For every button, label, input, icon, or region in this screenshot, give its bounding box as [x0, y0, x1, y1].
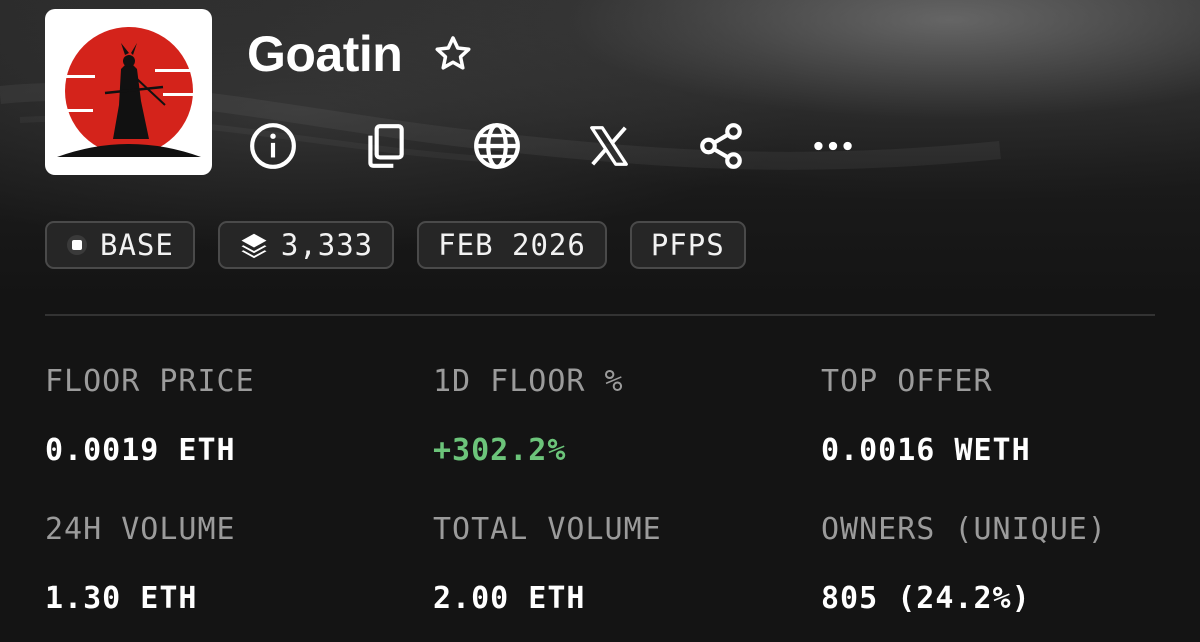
stat-value: 2.00 ETH — [433, 581, 586, 616]
stat-floor-price: FLOOR PRICE 0.0019 ETH — [45, 364, 255, 468]
stat-top-offer: TOP OFFER 0.0016 WETH — [821, 364, 1031, 468]
stat-value: 0.0016 WETH — [821, 433, 1031, 468]
copy-icon[interactable] — [359, 120, 411, 172]
stat-value: +302.2% — [433, 433, 567, 468]
globe-icon[interactable] — [471, 120, 523, 172]
stat-value: 0.0019 ETH — [45, 433, 236, 468]
stat-label: OWNERS (UNIQUE) — [821, 512, 1107, 547]
date-badge[interactable]: FEB 2026 — [417, 221, 607, 269]
stat-value: 1.30 ETH — [45, 581, 198, 616]
stat-label: FLOOR PRICE — [45, 364, 255, 399]
stat-total-volume: TOTAL VOLUME 2.00 ETH — [433, 512, 662, 616]
stat-label: 24H VOLUME — [45, 512, 236, 547]
stat-owners: OWNERS (UNIQUE) 805 (24.2%) — [821, 512, 1107, 616]
stat-label: TOTAL VOLUME — [433, 512, 662, 547]
stat-24h-volume: 24H VOLUME 1.30 ETH — [45, 512, 236, 616]
more-icon[interactable] — [807, 120, 859, 172]
category-badge[interactable]: PFPS — [629, 221, 746, 269]
chain-badge[interactable]: BASE — [45, 221, 195, 269]
x-icon[interactable] — [583, 120, 635, 172]
stat-label: TOP OFFER — [821, 364, 993, 399]
stat-label: 1D FLOOR % — [433, 364, 624, 399]
supply-badge[interactable]: 3,333 — [217, 221, 395, 269]
base-chain-icon — [67, 235, 87, 255]
share-icon[interactable] — [695, 120, 747, 172]
collection-title: Goatin — [247, 26, 403, 82]
chain-label: BASE — [100, 228, 174, 262]
info-icon[interactable] — [247, 120, 299, 172]
star-outline-icon[interactable] — [430, 31, 476, 77]
collection-logo — [45, 9, 212, 175]
stat-value: 805 (24.2%) — [821, 581, 1031, 616]
divider — [45, 314, 1155, 316]
date-label: FEB 2026 — [438, 228, 586, 262]
supply-label: 3,333 — [280, 228, 374, 262]
layers-icon — [241, 233, 267, 259]
stat-floor-change: 1D FLOOR % +302.2% — [433, 364, 624, 468]
category-label: PFPS — [650, 228, 725, 262]
